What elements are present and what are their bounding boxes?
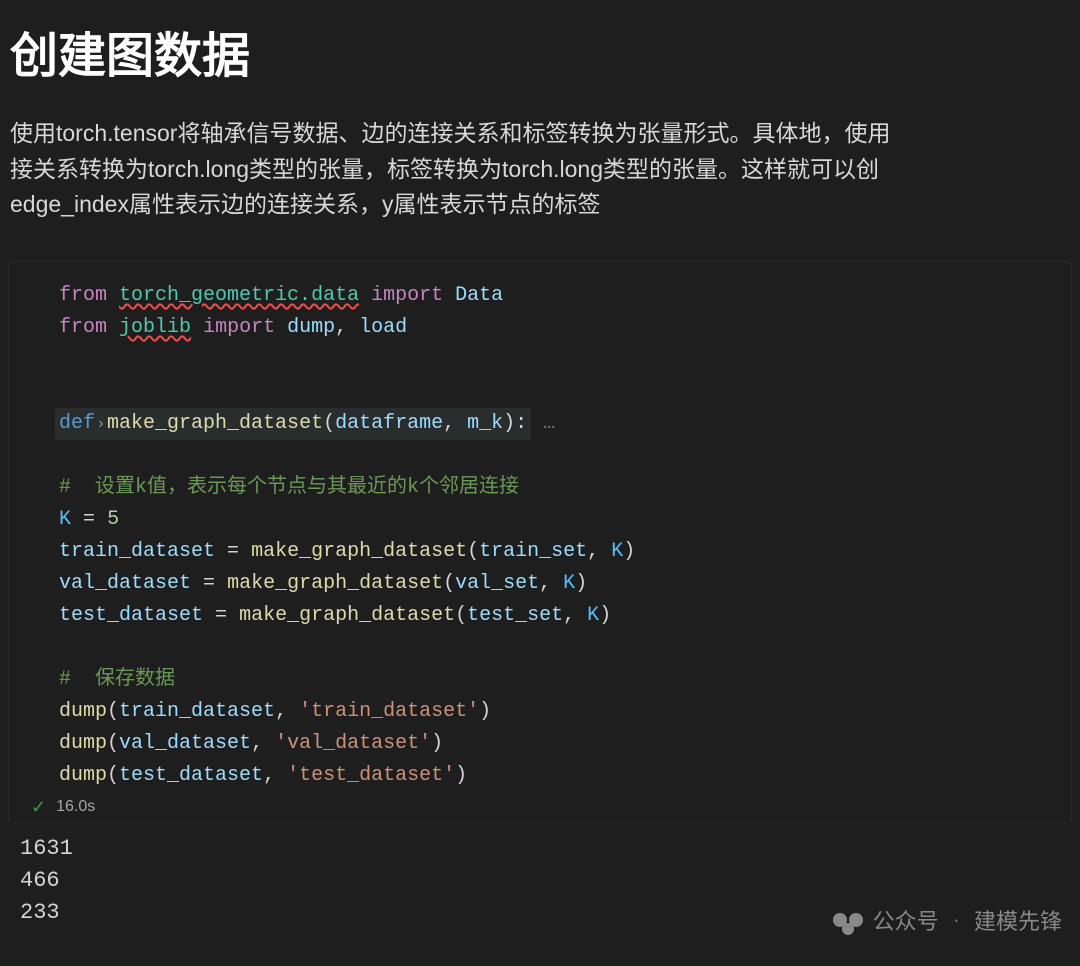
call: make_graph_dataset: [239, 604, 455, 627]
code-cell[interactable]: from torch_geometric.data import Data fr…: [8, 261, 1072, 823]
arg: train_dataset: [119, 700, 275, 723]
arg: test_dataset: [119, 764, 263, 787]
string-literal: 'test_dataset': [287, 764, 455, 787]
function-name: make_graph_dataset: [107, 412, 323, 435]
cell-status: ✓ 16.0s: [9, 792, 1071, 816]
check-icon: ✓: [31, 798, 46, 816]
execution-time: 16.0s: [56, 798, 95, 816]
keyword-from: from: [59, 284, 107, 307]
string-literal: 'val_dataset': [275, 732, 431, 755]
desc-line: 接关系转换为torch.long类型的张量，标签转换为torch.long类型的…: [10, 156, 879, 182]
arg: val_dataset: [119, 732, 251, 755]
call: dump: [59, 700, 107, 723]
dot-separator-icon: ·: [953, 907, 960, 933]
arg: K: [611, 540, 623, 563]
string-literal: 'train_dataset': [299, 700, 479, 723]
section-heading: 创建图数据: [0, 0, 1080, 116]
comma: ,: [335, 316, 359, 339]
output-line: 466: [20, 865, 1080, 897]
keyword-from: from: [59, 316, 107, 339]
arg: K: [563, 572, 575, 595]
call: dump: [59, 732, 107, 755]
watermark-name: 建模先锋: [974, 904, 1062, 936]
wechat-icon: [833, 905, 863, 935]
param: dataframe: [335, 412, 443, 435]
code-editor[interactable]: from torch_geometric.data import Data fr…: [9, 280, 1071, 792]
section-description: 使用torch.tensor将轴承信号数据、边的连接关系和标签转换为张量形式。具…: [0, 116, 1080, 243]
import-name: load: [359, 316, 407, 339]
variable: val_dataset: [59, 572, 191, 595]
variable: K: [59, 508, 71, 531]
watermark-label: 公众号: [873, 904, 939, 936]
keyword-def: def: [59, 412, 95, 435]
watermark: 公众号 · 建模先锋: [833, 904, 1062, 936]
keyword-import: import: [203, 316, 275, 339]
keyword-import: import: [371, 284, 443, 307]
call: make_graph_dataset: [251, 540, 467, 563]
variable: test_dataset: [59, 604, 203, 627]
arg: val_set: [455, 572, 539, 595]
module-name: joblib: [119, 316, 191, 339]
number-literal: 5: [107, 508, 119, 531]
call: dump: [59, 764, 107, 787]
call: make_graph_dataset: [227, 572, 443, 595]
arg: train_set: [479, 540, 587, 563]
comment: # 设置k值，表示每个节点与其最近的k个邻居连接: [59, 476, 519, 499]
arg: K: [587, 604, 599, 627]
desc-line: edge_index属性表示边的连接关系，y属性表示节点的标签: [10, 191, 600, 217]
fold-chevron-icon[interactable]: ›: [96, 408, 106, 440]
param: m_k: [467, 412, 503, 435]
folded-function-row[interactable]: ›def make_graph_dataset(dataframe, m_k):…: [59, 412, 555, 435]
fold-ellipsis-icon[interactable]: …: [543, 412, 555, 435]
import-name: dump: [287, 316, 335, 339]
module-name: torch_geometric.data: [119, 284, 359, 307]
output-line: 1631: [20, 833, 1080, 865]
comment: # 保存数据: [59, 668, 175, 691]
import-name: Data: [455, 284, 503, 307]
desc-line: 使用torch.tensor将轴承信号数据、边的连接关系和标签转换为张量形式。具…: [10, 120, 890, 146]
variable: train_dataset: [59, 540, 215, 563]
arg: test_set: [467, 604, 563, 627]
